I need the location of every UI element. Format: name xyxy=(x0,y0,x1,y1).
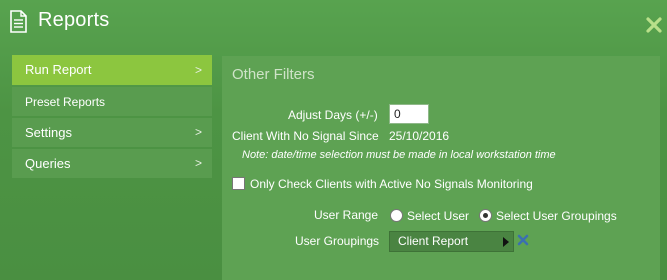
remove-icon[interactable] xyxy=(517,234,529,246)
sidebar-item-run-report[interactable]: Run Report > xyxy=(12,55,212,85)
sidebar-item-settings[interactable]: Settings > xyxy=(12,118,212,147)
active-monitoring-label: Only Check Clients with Active No Signal… xyxy=(250,177,533,191)
adjust-days-input[interactable] xyxy=(389,104,429,124)
user-groupings-selected: Client Report xyxy=(398,234,469,248)
select-user-label: Select User xyxy=(407,209,470,223)
select-user-groupings-radio[interactable] xyxy=(479,209,492,222)
select-user-groupings-label: Select User Groupings xyxy=(496,209,617,223)
chevron-right-icon: > xyxy=(194,125,202,139)
sidebar-item-preset-reports[interactable]: Preset Reports xyxy=(12,87,212,116)
sidebar-item-label: Settings xyxy=(25,125,72,140)
window-title: Reports xyxy=(38,9,110,31)
document-icon xyxy=(10,10,27,33)
timezone-note: Note: date/time selection must be made i… xyxy=(242,149,556,161)
sidebar-item-label: Preset Reports xyxy=(25,95,106,109)
triangle-right-icon xyxy=(503,237,509,247)
sidebar-item-queries[interactable]: Queries > xyxy=(12,149,212,178)
no-signal-since-label: Client With No Signal Since xyxy=(232,129,379,143)
filters-panel: Other Filters Adjust Days (+/-) Client W… xyxy=(222,56,660,280)
close-icon[interactable] xyxy=(645,16,663,34)
panel-title: Other Filters xyxy=(232,66,315,83)
chevron-right-icon: > xyxy=(194,63,202,77)
select-user-radio[interactable] xyxy=(390,209,403,222)
user-range-label: User Range xyxy=(314,208,379,222)
title-bar: Reports xyxy=(0,0,667,44)
chevron-right-icon: > xyxy=(194,156,202,170)
adjust-days-label: Adjust Days (+/-) xyxy=(288,108,378,122)
user-groupings-label: User Groupings xyxy=(295,234,380,248)
sidebar: Run Report > Preset Reports Settings > Q… xyxy=(12,55,212,180)
sidebar-item-label: Run Report xyxy=(25,62,92,77)
user-groupings-select[interactable]: Client Report xyxy=(389,231,514,252)
sidebar-item-label: Queries xyxy=(25,156,71,171)
active-monitoring-checkbox[interactable] xyxy=(232,177,245,190)
no-signal-since-value: 25/10/2016 xyxy=(389,129,450,143)
